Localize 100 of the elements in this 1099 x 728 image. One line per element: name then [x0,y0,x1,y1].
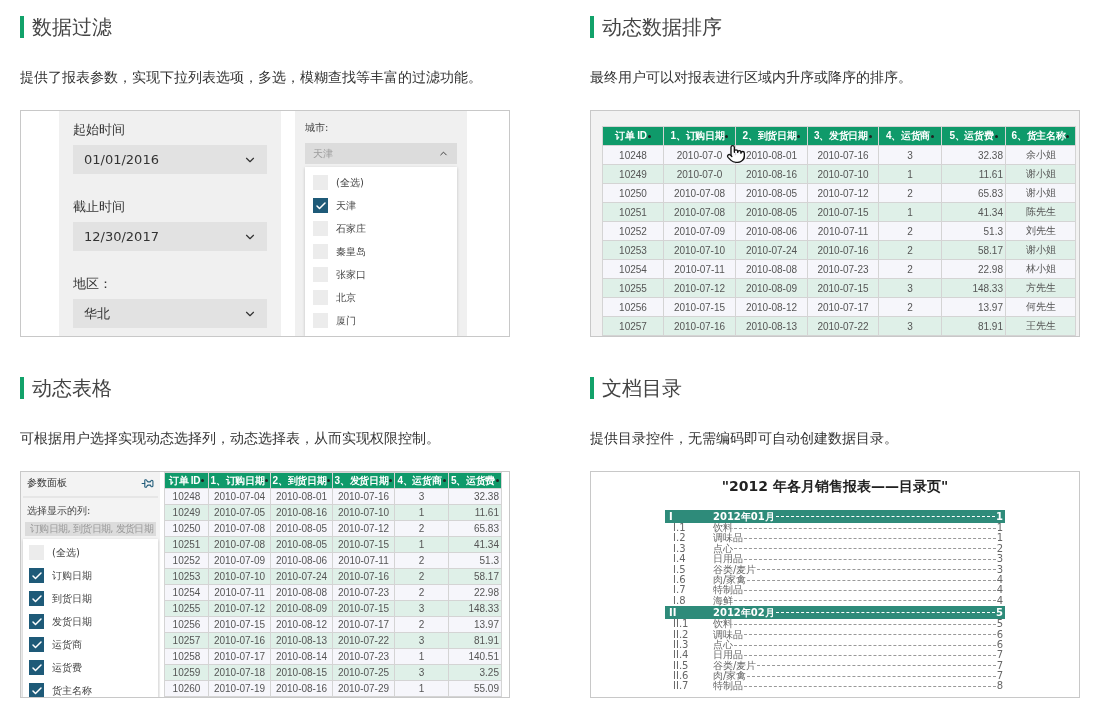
toc-item-row[interactable]: II.2 调味品 6 [665,629,1005,640]
checkbox[interactable] [29,683,44,697]
checkbox-option[interactable]: 秦皇岛 [313,244,449,259]
option-label: 石家庄 [336,221,366,236]
checkbox-option[interactable]: 天津 [313,198,449,213]
toc-group-row[interactable]: I 2012年01月 1 [665,510,1005,523]
option-label: 运货商 [52,637,82,652]
toc-item-row[interactable]: II.1 饮料 5 [665,619,1005,630]
field-label: 城市: [305,121,330,135]
checkbox-option[interactable]: 货主名称 [29,683,152,697]
option-label: 秦皇岛 [336,244,366,259]
checkbox-option[interactable]: 运货商 [29,637,152,652]
column-header[interactable]: 3、发货日期 [332,472,395,489]
panel-title: 参数面板 [27,476,67,490]
checkbox[interactable] [29,591,44,606]
checkbox-option[interactable]: 运货费 [29,660,152,675]
sort-icon [201,479,205,483]
accent-bar [20,16,24,38]
check-icon [30,592,43,605]
option-label: 到货日期 [52,591,92,606]
section-description: 提供目录控件，无需编码即可自动创建数据目录。 [590,430,899,448]
checkbox-option[interactable]: 石家庄 [313,221,449,236]
toc-item-row[interactable]: I.6 肉/家禽 4 [665,574,1005,586]
check-icon [30,569,43,582]
sort-icon [647,134,651,138]
check-icon [30,661,43,674]
field-label: 地区： [73,275,113,293]
dropdown-field[interactable]: 华北 [73,299,267,328]
column-header[interactable]: 5、运货费 [448,472,502,489]
toc-item-row[interactable]: II.6 肉/家禽 7 [665,671,1005,682]
section-description: 最终用户可以对报表进行区域内升序或降序的排序。 [590,69,913,87]
checkbox[interactable] [313,198,328,213]
section-title: 动态数据排序 [602,13,722,41]
column-header[interactable]: 2、到货日期 [735,126,808,146]
sort-icon [496,479,500,483]
report-title: "2012 年各月销售报表——目录页" [721,478,949,496]
sort-icon [994,134,998,138]
section-title: 数据过滤 [32,13,112,41]
column-header[interactable]: 3、发货日期 [807,126,879,146]
option-label: 运货费 [52,660,82,675]
option-label: (全选) [52,545,80,560]
option-label: 货主名称 [52,683,92,697]
accent-bar [590,16,594,38]
dropdown-field[interactable]: 12/30/2017 [73,222,267,251]
checkbox[interactable] [29,568,44,583]
column-header[interactable]: 1、订购日期 [208,472,271,489]
checkbox-option[interactable]: 订购日期 [29,568,152,583]
sort-icon [1066,134,1070,138]
option-label: 张家口 [336,267,366,282]
checkbox-option[interactable]: 张家口 [313,267,449,282]
option-label: (全选) [336,175,364,190]
section-title: 动态表格 [32,374,112,402]
checkbox[interactable] [29,614,44,629]
option-label: 订购日期 [52,568,92,583]
checkbox-option[interactable]: 北京 [313,290,449,305]
field-label: 选择显示的列: [27,504,92,518]
checkbox-option[interactable]: 发货日期 [29,614,152,629]
checkbox[interactable] [29,660,44,675]
section-description: 可根据用户选择实现动态选择列，动态选择表，从而实现权限控制。 [20,430,441,448]
hand-cursor-icon [726,144,746,164]
checkbox-option[interactable]: (全选) [29,545,152,560]
check-icon [30,684,43,697]
sort-icon [725,134,729,138]
sort-icon [442,479,446,483]
column-header[interactable]: 订单 ID [602,126,664,146]
checkbox[interactable] [29,637,44,652]
toc-item-row[interactable]: I.7 特制品 4 [665,585,1005,596]
column-header[interactable]: 2、到货日期 [270,472,333,489]
column-header[interactable]: 4、运货商 [394,472,449,489]
toc-item-row[interactable]: I.1 饮料 1 [665,523,1005,534]
toc-group-row[interactable]: II 2012年02月 5 [665,606,1005,620]
sort-icon [797,134,801,138]
toc-item-row[interactable]: I.2 调味品 1 [665,533,1005,544]
dropdown-field[interactable]: 01/01/2016 [73,145,267,174]
toc-item-row[interactable]: II.3 点心 6 [665,639,1005,651]
toc-item-row[interactable]: I.3 点心 2 [665,543,1005,555]
checkbox-option[interactable]: 厦门 [313,313,449,328]
sort-icon [327,479,331,483]
column-header[interactable]: 5、运货费 [941,126,1006,146]
sort-icon [868,134,872,138]
option-label: 发货日期 [52,614,92,629]
accent-bar [590,377,594,399]
section-title: 文档目录 [602,374,682,402]
column-header[interactable]: 订单 ID [164,472,209,489]
check-icon [30,638,43,651]
option-label: 厦门 [336,313,356,328]
column-header[interactable]: 4、运货商 [878,126,942,146]
pin-icon[interactable] [141,476,154,490]
checkbox-option[interactable]: (全选) [313,175,449,190]
check-icon [314,199,327,212]
field-label: 起始时间 [73,121,126,139]
sort-icon [265,479,269,483]
column-header[interactable]: 6、货主名称 [1005,126,1076,146]
sort-icon [931,134,935,138]
toc-item-row[interactable]: I.4 日用品 3 [665,554,1005,565]
toc-item-row[interactable]: I.8 海鲜 4 [665,595,1005,607]
toc-item-row[interactable]: I.5 谷类/麦片 3 [665,564,1005,575]
toc-item-row[interactable]: II.7 特制品 8 [665,681,1005,692]
toc-item-row[interactable]: II.4 日用品 7 [665,650,1005,661]
checkbox-option[interactable]: 到货日期 [29,591,152,606]
